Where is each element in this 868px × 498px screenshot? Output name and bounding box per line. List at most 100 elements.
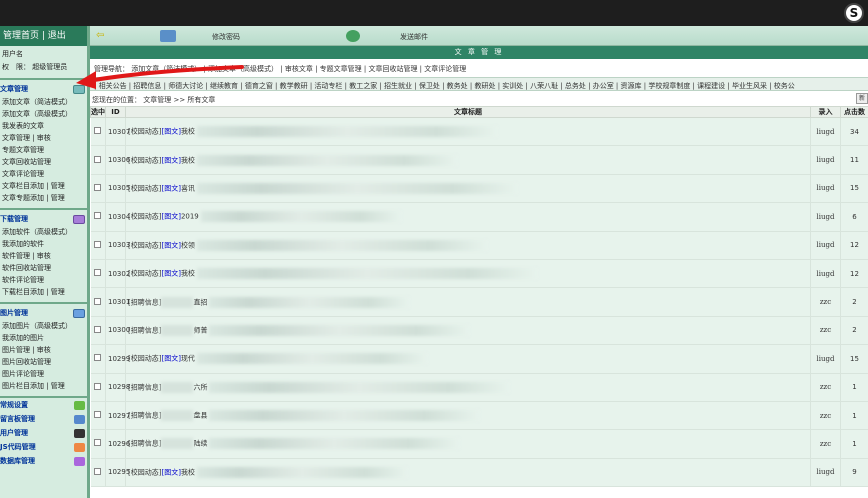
row-title[interactable]: 我校	[181, 270, 195, 278]
new-button[interactable]: 新	[856, 93, 868, 104]
breadcrumb-path[interactable]: 文章管理 >> 所有文章	[143, 96, 215, 104]
back-arrow-icon[interactable]: ⇦	[96, 31, 108, 41]
row-checkbox[interactable]	[94, 297, 102, 305]
password-icon[interactable]	[160, 30, 176, 42]
row-title[interactable]: 我校	[181, 468, 195, 476]
table-row[interactable]: 10305 [校园动态][图文]喜讯 liugd 15	[90, 174, 868, 204]
row-title[interactable]: 直招	[193, 298, 207, 306]
row-title[interactable]: 现代	[181, 355, 195, 363]
row-category[interactable]: [招聘信息]	[128, 383, 161, 391]
row-id: 10302	[105, 259, 130, 289]
row-category[interactable]: [校园动态]	[128, 468, 161, 476]
row-title[interactable]: 喜讯	[181, 184, 195, 192]
sidebar-item[interactable]: 添加软件（高级模式）	[0, 226, 87, 238]
table-row[interactable]: 10306 [校园动态][图文]我校 liugd 11	[90, 145, 868, 175]
sidebar-item[interactable]: 软件评论管理	[0, 274, 87, 286]
download-menu-title[interactable]: 下载管理	[0, 212, 87, 226]
table-row[interactable]: 10307 [校园动态][图文]我校 liugd 34	[90, 117, 868, 147]
row-author: liugd	[810, 174, 841, 204]
sidebar-item[interactable]: 软件回收站管理	[0, 262, 87, 274]
mail-icon[interactable]	[346, 30, 360, 42]
row-checkbox[interactable]	[94, 354, 102, 362]
download-menu: 下载管理 添加软件（高级模式） 我添加的软件 软件管理 | 审核 软件回收站管理…	[0, 210, 87, 304]
sidebar-item[interactable]: 文章专题添加 | 管理	[0, 192, 87, 204]
sidebar-item[interactable]: 软件管理 | 审核	[0, 250, 87, 262]
row-category[interactable]: [校园动态]	[128, 241, 161, 249]
sidebar-item[interactable]: 下载栏目添加 | 管理	[0, 286, 87, 298]
row-category[interactable]: [校园动态]	[128, 156, 161, 164]
table-row[interactable]: 10301 [招聘信息] 直招 zzc 2	[90, 287, 868, 317]
sidebar-item[interactable]: 我添加的图片	[0, 332, 87, 344]
row-checkbox[interactable]	[94, 269, 102, 277]
row-category[interactable]: [校园动态]	[128, 184, 161, 192]
row-title[interactable]: 我校	[181, 156, 195, 164]
logout-link[interactable]: 退出	[48, 31, 66, 41]
send-mail-link[interactable]: 发送邮件	[400, 32, 428, 42]
article-menu-title[interactable]: 文章管理	[0, 82, 87, 96]
row-category[interactable]: [招聘信息]	[128, 298, 161, 306]
row-checkbox[interactable]	[94, 212, 102, 220]
row-title[interactable]: 校领	[181, 241, 195, 249]
table-row[interactable]: 10300 [招聘信息] 师普 zzc 2	[90, 316, 868, 346]
table-row[interactable]: 10298 [招聘信息] 六所 zzc 1	[90, 373, 868, 402]
row-checkbox[interactable]	[94, 240, 102, 248]
table-row[interactable]: 10299 [校园动态][图文]现代 liugd 15	[90, 344, 868, 374]
sidebar-item[interactable]: 图片回收站管理	[0, 356, 87, 368]
row-category[interactable]: [招聘信息]	[128, 412, 161, 420]
row-category[interactable]: [招聘信息]	[128, 326, 161, 334]
sidebar-item[interactable]: 添加文章（高级模式）	[0, 108, 87, 120]
sidebar-item-settings[interactable]: 常规设置	[0, 398, 87, 412]
table-row[interactable]: 10304 [校园动态][图文]2019 liugd 6	[90, 202, 868, 232]
manage-links[interactable]: 管理导航： 添加文章（简洁模式） | 添加文章（高级模式） | 审核文章 | 专…	[90, 59, 868, 77]
row-category[interactable]: [校园动态]	[128, 355, 161, 363]
sidebar-item[interactable]: 图片评论管理	[0, 368, 87, 380]
sidebar-item-users[interactable]: 用户管理	[0, 426, 87, 440]
role-row: 权 限： 超级管理员	[0, 61, 87, 74]
picture-menu-title[interactable]: 图片管理	[0, 306, 87, 320]
row-category[interactable]: [校园动态]	[128, 128, 161, 136]
table-row[interactable]: 10303 [校园动态][图文]校领 liugd 12	[90, 231, 868, 260]
sidebar-item[interactable]: 添加图片（高级模式）	[0, 320, 87, 332]
row-checkbox[interactable]	[94, 382, 102, 390]
sidebar-item[interactable]: 文章栏目添加 | 管理	[0, 180, 87, 192]
row-hits: 15	[840, 174, 868, 204]
sidebar-item-js[interactable]: JS代码管理	[0, 440, 87, 454]
row-title[interactable]: 陆续	[193, 440, 207, 448]
row-category[interactable]: [校园动态]	[128, 270, 161, 278]
row-checkbox[interactable]	[94, 467, 102, 475]
table-row[interactable]: 10302 [校园动态][图文]我校 liugd 12	[90, 259, 868, 289]
sidebar-item[interactable]: 图片栏目添加 | 管理	[0, 380, 87, 392]
sidebar-item[interactable]: 文章回收站管理	[0, 156, 87, 168]
table-row[interactable]: 10295 [校园动态][图文]我校 liugd 9	[90, 458, 868, 488]
row-id: 10306	[105, 145, 130, 175]
row-category[interactable]: [校园动态]	[128, 213, 161, 221]
row-title[interactable]: 我校	[181, 128, 195, 136]
table-row[interactable]: 10296 [招聘信息] 陆续 zzc 1	[90, 429, 868, 459]
row-title[interactable]: 师普	[193, 326, 207, 334]
sidebar-item-database[interactable]: 数据库管理	[0, 454, 87, 468]
row-checkbox[interactable]	[94, 439, 102, 447]
sidebar-item[interactable]: 我添加的软件	[0, 238, 87, 250]
blurred-name	[161, 324, 194, 336]
sidebar-item[interactable]: 图片管理 | 审核	[0, 344, 87, 356]
sidebar-item[interactable]: 专题文章管理	[0, 144, 87, 156]
sidebar-item[interactable]: 文章评论管理	[0, 168, 87, 180]
row-checkbox[interactable]	[94, 411, 102, 419]
sidebar-item[interactable]: 文章管理 | 审核	[0, 132, 87, 144]
row-title[interactable]: 六所	[193, 383, 207, 391]
row-checkbox[interactable]	[94, 155, 102, 163]
row-checkbox[interactable]	[94, 325, 102, 333]
sidebar-item[interactable]: 添加文章（简洁模式）	[0, 96, 87, 108]
row-title[interactable]: 盘县	[193, 412, 207, 420]
row-checkbox[interactable]	[94, 183, 102, 191]
row-category[interactable]: [招聘信息]	[128, 440, 161, 448]
blurred-title	[200, 211, 401, 223]
change-password-link[interactable]: 修改密码	[212, 32, 240, 42]
row-checkbox[interactable]	[94, 127, 102, 135]
sidebar-item[interactable]: 我发表的文章	[0, 120, 87, 132]
table-row[interactable]: 10297 [招聘信息] 盘县 zzc 1	[90, 401, 868, 431]
row-title[interactable]: 2019	[181, 213, 199, 221]
category-tabs[interactable]: | 相关公告 | 招聘信息 | 师德大讨论 | 继续教育 | 德育之窗 | 教学…	[90, 77, 868, 91]
sidebar-item-guestbook[interactable]: 留言板管理	[0, 412, 87, 426]
home-link[interactable]: 管理首页	[3, 31, 39, 41]
